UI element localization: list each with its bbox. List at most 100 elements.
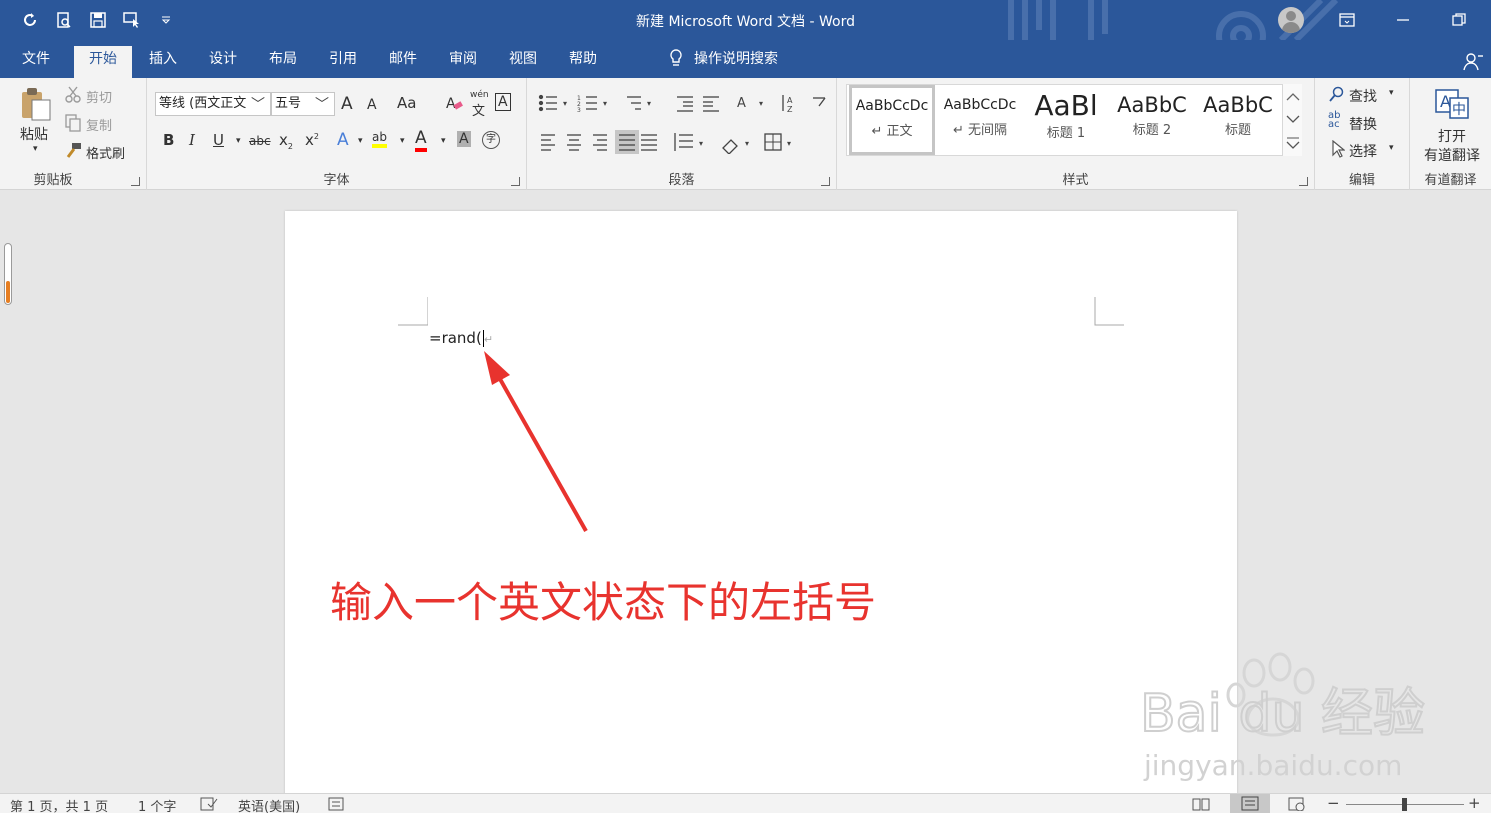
tab-design[interactable]: 设计 [200, 48, 246, 78]
font-color-dropdown-icon[interactable]: ▾ [441, 136, 446, 146]
style-heading-1[interactable]: AaBl 标题 1 [1023, 85, 1109, 155]
phonetic-guide-pinyin[interactable]: wén [470, 90, 489, 100]
proofing-icon[interactable] [200, 797, 218, 811]
annotation-text: 输入一个英文状态下的左括号 [330, 578, 877, 627]
youdao-group-label: 有道翻译 [1424, 173, 1477, 188]
select-button[interactable]: 选择 [1349, 141, 1377, 161]
zoom-slider-thumb[interactable] [1402, 798, 1407, 811]
subscript-label: x [279, 131, 288, 149]
search-icon [1329, 86, 1344, 102]
macro-record-icon[interactable] [328, 797, 346, 811]
find-button[interactable]: 查找 [1349, 86, 1377, 106]
phonetic-guide-button[interactable]: 文 [472, 100, 485, 119]
tab-insert[interactable]: 插入 [140, 48, 186, 78]
style-sample: AaBbC [1117, 93, 1187, 117]
style-heading-2[interactable]: AaBbC 标题 2 [1109, 85, 1195, 155]
style-sample: AaBl [1034, 89, 1098, 122]
paragraph-row-2: ▾ ▾ ▾ [541, 130, 791, 154]
styles-gallery-scroller[interactable] [1282, 84, 1302, 156]
tab-view[interactable]: 视图 [500, 48, 546, 78]
watermark-url: jingyan.baidu.com [1143, 749, 1402, 782]
underline-dropdown-icon[interactable]: ▾ [236, 136, 241, 146]
paste-label[interactable]: 粘贴 [20, 124, 48, 144]
clipboard-launcher-icon[interactable] [131, 177, 140, 186]
print-layout-button[interactable] [1230, 794, 1270, 813]
word-count-status[interactable]: 1 个字 [138, 796, 176, 813]
clipboard-group: 粘贴 ▾ 剪切 复制 格式刷 剪贴板 [0, 78, 147, 190]
highlight-dropdown-icon[interactable]: ▾ [400, 136, 405, 146]
paragraph-row-1: 123 A AZ ▾ ▾ ▾ ▾ [538, 94, 826, 114]
highlight-button[interactable]: ab [372, 130, 387, 148]
find-dropdown-icon[interactable]: ▾ [1389, 88, 1394, 98]
format-painter-button[interactable]: 格式刷 [86, 143, 125, 162]
style-title[interactable]: AaBbC 标题 [1195, 85, 1281, 155]
strikethrough-button[interactable]: abc [249, 134, 271, 148]
tab-mailings[interactable]: 邮件 [380, 48, 426, 78]
tab-home[interactable]: 开始 [74, 46, 132, 78]
youdao-open-label-2[interactable]: 有道翻译 [1424, 145, 1480, 165]
svg-text:A: A [446, 96, 456, 112]
style-name: 标题 1 [1046, 126, 1086, 141]
read-mode-icon[interactable] [1192, 797, 1210, 811]
font-launcher-icon[interactable] [511, 177, 520, 186]
paragraph-launcher-icon[interactable] [821, 177, 830, 186]
underline-button[interactable]: U [213, 131, 224, 149]
zoom-out-button[interactable]: − [1327, 794, 1340, 812]
shrink-font-button[interactable]: A [367, 97, 377, 113]
style-no-spacing[interactable]: AaBbCcDc ↵ 无间隔 [937, 85, 1023, 155]
styles-launcher-icon[interactable] [1299, 177, 1308, 186]
copy-button[interactable]: 复制 [86, 115, 112, 134]
character-shading-button[interactable]: A [457, 131, 471, 147]
language-status[interactable]: 英语(美国) [238, 796, 300, 813]
editing-group-label: 编辑 [1348, 173, 1375, 188]
svg-text:▾: ▾ [563, 99, 567, 108]
status-bar: 第 1 页，共 1 页 1 个字 英语(美国) − + [0, 793, 1491, 813]
tab-file[interactable]: 文件 [12, 48, 60, 78]
zoom-in-button[interactable]: + [1468, 794, 1481, 812]
enclose-characters-button[interactable]: 字 [482, 131, 500, 149]
title-bar: 新建 Microsoft Word 文档 - Word [0, 0, 1491, 40]
paste-dropdown-icon[interactable]: ▾ [33, 144, 38, 154]
font-group-label: 字体 [323, 173, 350, 188]
tab-layout[interactable]: 布局 [260, 48, 306, 78]
text-effects-dropdown-icon[interactable]: ▾ [358, 136, 363, 146]
italic-button[interactable]: I [189, 131, 195, 149]
clear-formatting-icon[interactable]: A [445, 94, 463, 112]
account-avatar[interactable] [1278, 7, 1304, 33]
tell-me-label: 操作说明搜索 [694, 51, 778, 67]
style-normal[interactable]: AaBbCcDc ↵ 正文 [849, 85, 935, 155]
subscript-button[interactable]: x2 [279, 131, 293, 151]
cut-button[interactable]: 剪切 [86, 87, 112, 106]
change-case-button[interactable]: Aa [397, 94, 416, 112]
superscript-label: x [305, 131, 314, 149]
superscript-button[interactable]: x2 [305, 131, 319, 149]
font-size-dropdown-icon[interactable]: ﹀ [315, 94, 329, 114]
bold-button[interactable]: B [163, 131, 174, 149]
minimize-icon[interactable] [1380, 0, 1426, 40]
grow-font-button[interactable]: A [341, 94, 353, 114]
ribbon-display-icon[interactable] [1324, 0, 1370, 40]
paragraph-group: 123 A AZ ▾ ▾ ▾ ▾ ▾ ▾ ▾ 段落 [527, 78, 837, 190]
font-name-dropdown-icon[interactable]: ﹀ [251, 94, 265, 114]
select-dropdown-icon[interactable]: ▾ [1389, 143, 1394, 153]
baidu-jingyan-watermark: Bai du 经验 jingyan.baidu.com [1140, 652, 1426, 782]
tab-references[interactable]: 引用 [320, 48, 366, 78]
text-effects-button[interactable]: A [337, 130, 349, 150]
tell-me-search[interactable]: 操作说明搜索 [668, 48, 778, 68]
cursor-select-icon [1332, 140, 1345, 158]
paste-icon[interactable] [20, 86, 52, 122]
svg-text:A: A [787, 96, 793, 105]
restore-icon[interactable] [1436, 0, 1482, 40]
print-layout-icon [1241, 796, 1259, 811]
youdao-open-label-1[interactable]: 打开 [1438, 126, 1466, 146]
replace-button[interactable]: 替换 [1349, 114, 1377, 134]
share-icon[interactable] [1463, 52, 1483, 72]
font-name-value: 等线 (西文正文 [159, 96, 247, 111]
tab-review[interactable]: 审阅 [440, 48, 486, 78]
tab-help[interactable]: 帮助 [560, 48, 606, 78]
font-color-button[interactable]: A [415, 128, 427, 152]
character-border-button[interactable]: A [495, 93, 511, 111]
style-name: ↵ 正文 [871, 124, 913, 139]
page-count-status[interactable]: 第 1 页，共 1 页 [10, 796, 108, 813]
web-layout-icon[interactable] [1288, 797, 1306, 811]
